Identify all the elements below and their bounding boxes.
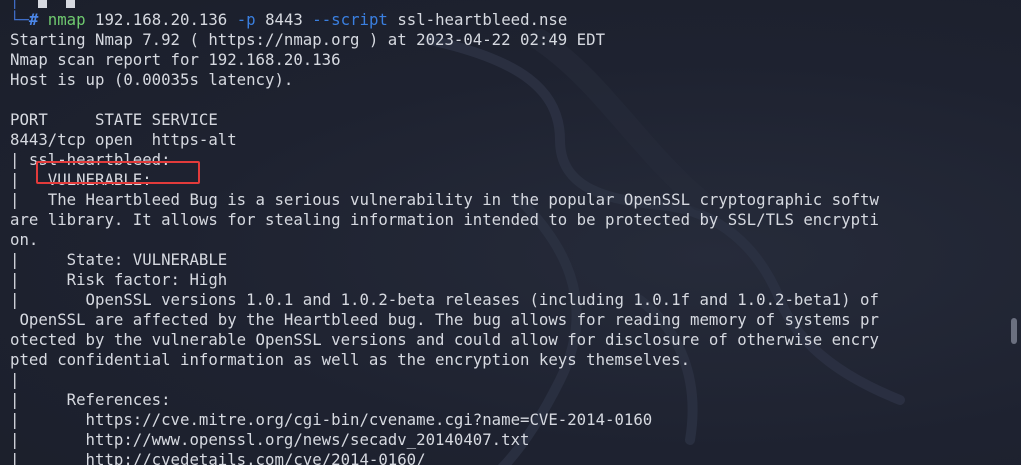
output-line: 8443/tcp open https-alt (10, 130, 237, 149)
output-line: PORT STATE SERVICE (10, 110, 218, 129)
output-line: | (10, 370, 20, 389)
script-value: ssl-heartbleed.nse (397, 10, 568, 29)
output-line: Host is up (0.00035s latency). (10, 70, 294, 89)
port-flag: -p (236, 10, 256, 29)
redacted-block (66, 0, 76, 8)
output-line: | OpenSSL versions 1.0.1 and 1.0.2-beta … (10, 290, 879, 309)
output-line: on. (10, 230, 39, 249)
output-line: | The Heartbleed Bug is a serious vulner… (10, 190, 879, 209)
command-name: nmap (47, 10, 86, 29)
output-line: pted confidential information as well as… (10, 350, 691, 369)
output-line: are library. It allows for stealing info… (10, 210, 879, 229)
redacted-block (38, 0, 48, 8)
terminal-window[interactable]: │ └─# nmap 192.168.20.136 -p 8443 --scri… (0, 0, 1021, 465)
output-line: | State: VULNERABLE (10, 250, 228, 269)
output-line: | Risk factor: High (10, 270, 228, 289)
script-flag: --script (312, 10, 388, 29)
command-line: └─# nmap 192.168.20.136 -p 8443 --script… (10, 10, 1003, 30)
terminal-output: │ └─# nmap 192.168.20.136 -p 8443 --scri… (10, 0, 1003, 465)
scrollbar-thumb[interactable] (1011, 318, 1017, 344)
prompt-top-line: │ (10, 0, 1003, 10)
output-line: otected by the vulnerable OpenSSL versio… (10, 330, 879, 349)
output-line: |_ http://cvedetails.com/cve/2014-0160/ (10, 450, 426, 465)
prompt-tree-glyph: └─ (10, 10, 29, 29)
command-target: 192.168.20.136 (95, 10, 228, 29)
prompt-symbol: # (28, 10, 39, 29)
port-value: 8443 (265, 10, 303, 29)
output-line: Starting Nmap 7.92 ( https://nmap.org ) … (10, 30, 606, 49)
output-line: Nmap scan report for 192.168.20.136 (10, 50, 341, 69)
output-line: | http://www.openssl.org/news/secadv_201… (10, 430, 530, 449)
output-line: | References: (10, 390, 171, 409)
output-line: | https://cve.mitre.org/cgi-bin/cvename.… (10, 410, 653, 429)
vulnerable-highlight-box (36, 161, 200, 184)
output-line: OpenSSL are affected by the Heartbleed b… (10, 310, 879, 329)
